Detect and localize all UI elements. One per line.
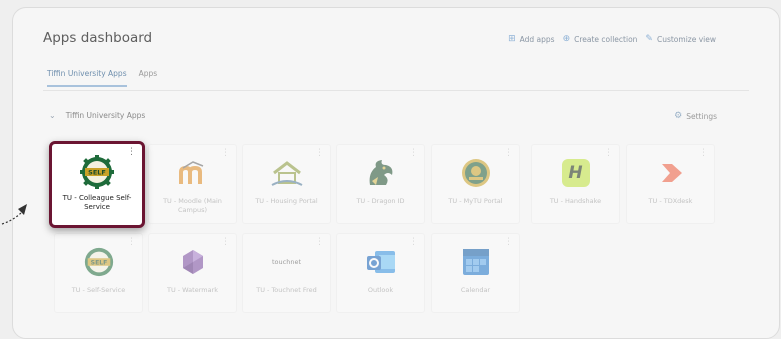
more-options-icon[interactable]: ⋮ [221,149,230,158]
pencil-icon: ✎ [645,34,653,44]
svg-text:SELF: SELF [90,259,107,266]
create-collection-label: Create collection [574,34,638,44]
app-tile-label: TU - Dragon ID [356,197,405,205]
watermark-logo [175,246,211,278]
page-title: Apps dashboard [43,30,153,46]
tab-divider [43,90,749,91]
more-options-icon[interactable]: ⋮ [504,149,513,158]
more-options-icon[interactable]: ⋮ [221,238,230,247]
moodle-logo [175,157,211,189]
more-options-icon[interactable]: ⋮ [409,238,418,247]
app-tile-tdxdesk[interactable]: ⋮ TU - TDXdesk [626,144,715,224]
pointer-arrow-icon [1,204,27,225]
more-options-icon[interactable]: ⋮ [315,149,324,158]
self-service-gear-logo: SELF [81,246,117,278]
outlook-logo [363,246,399,278]
section-header[interactable]: ⌄ Tiffin University Apps [49,111,145,120]
plus-circle-icon: ⊕ [562,34,571,44]
settings-label: Settings [686,111,717,121]
gear-icon: ⚙ [674,111,683,121]
app-tile-label: TU - Handshake [549,197,602,205]
app-tile-watermark[interactable]: ⋮ TU - Watermark [148,233,237,313]
app-tile-dragon-id[interactable]: ⋮ TU - Dragon ID [336,144,425,224]
app-tile-label: TU - Touchnet Fred [256,286,317,294]
touchnet-logo: touchnet [269,246,305,278]
app-tile-calendar[interactable]: ⋮ Calendar [431,233,520,313]
more-options-icon[interactable]: ⋮ [315,238,324,247]
tdx-chevron-logo [653,157,689,189]
more-options-icon[interactable]: ⋮ [127,148,136,157]
section-title: Tiffin University Apps [65,111,146,120]
customize-view-button[interactable]: ✎ Customize view [645,34,716,44]
touchnet-logo-text: touchnet [271,258,301,266]
app-tile-outlook[interactable]: ⋮ Outlook [336,233,425,313]
app-tile-label: TU - Self-Service [71,286,126,294]
mytu-seal-logo [458,157,494,189]
more-options-icon[interactable]: ⋮ [409,149,418,158]
app-tile-colleague-self-service[interactable]: ⋮ SELF TU - Colleague Self-Service [49,141,145,228]
app-tile-housing-portal[interactable]: ⋮ TU - Housing Portal [242,144,331,224]
app-tile-label: Outlook [367,286,394,294]
app-tile-label: TU - MyTU Portal [448,197,503,205]
app-tile-handshake[interactable]: ⋮ H TU - Handshake [531,144,620,224]
more-options-icon[interactable]: ⋮ [699,149,708,158]
tab-tiffin-university-apps[interactable]: Tiffin University Apps [47,69,127,87]
tab-apps[interactable]: Apps [139,69,158,87]
handshake-logo: H [558,157,594,189]
app-tile-label: TU - Watermark [166,286,219,294]
header-actions: ⊞ Add apps ⊕ Create collection ✎ Customi… [508,34,716,44]
app-tile-moodle[interactable]: ⋮ TU - Moodle (Main Campus) [148,144,237,224]
grid-plus-icon: ⊞ [508,34,516,44]
chevron-down-icon[interactable]: ⌄ [49,111,56,120]
section-settings-button[interactable]: ⚙ Settings [674,111,717,121]
app-tile-label: TU - Housing Portal [255,197,318,205]
app-tile-touchnet-fred[interactable]: ⋮ touchnet TU - Touchnet Fred [242,233,331,313]
create-collection-button[interactable]: ⊕ Create collection [563,34,638,44]
calendar-logo [458,246,494,278]
add-apps-label: Add apps [519,34,555,44]
tab-bar: Tiffin University Apps Apps [47,69,157,87]
more-options-icon[interactable]: ⋮ [504,238,513,247]
more-options-icon[interactable]: ⋮ [127,238,136,247]
app-tile-label: TU - Colleague Self-Service [62,194,132,212]
more-options-icon[interactable]: ⋮ [604,149,613,158]
self-service-gear-logo: SELF [79,155,115,189]
app-tile-label: Calendar [460,286,491,294]
app-tile-mytu-portal[interactable]: ⋮ TU - MyTU Portal [431,144,520,224]
app-tile-label: TU - TDXdesk [648,197,693,205]
app-tile-self-service[interactable]: ⋮ SELF TU - Self-Service [54,233,143,313]
housing-house-logo [269,157,305,189]
app-tile-label: TU - Moodle (Main Campus) [163,197,222,214]
svg-text:SELF: SELF [88,169,106,177]
customize-view-label: Customize view [656,34,716,44]
add-apps-button[interactable]: ⊞ Add apps [508,34,554,44]
dragon-logo [363,157,399,189]
